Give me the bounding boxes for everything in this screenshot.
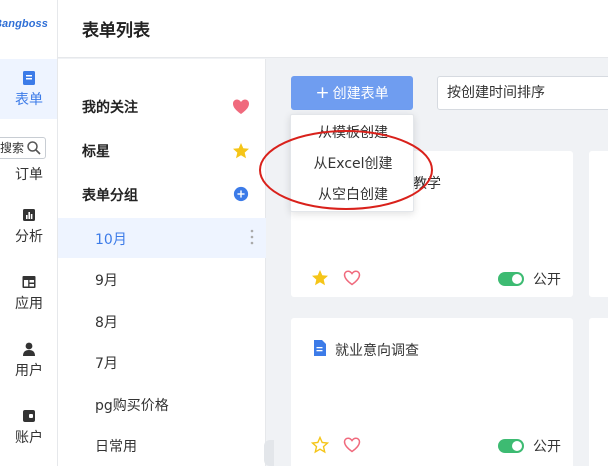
group-label: 10月 xyxy=(95,232,127,248)
card-title: 教学 xyxy=(413,176,441,192)
rail-search-input[interactable]: 搜索 xyxy=(0,137,46,159)
group-item-oct[interactable]: 10月 xyxy=(58,218,266,258)
group-item-sep[interactable]: 9月 xyxy=(58,259,266,299)
page-header: 表单列表 xyxy=(58,0,608,58)
menu-item-from-template[interactable]: 从模板创建 xyxy=(291,118,415,148)
rail-item-analysis[interactable]: 分析 xyxy=(0,196,57,256)
group-label: 7月 xyxy=(95,356,118,372)
search-icon[interactable] xyxy=(26,140,42,156)
group-item-jul[interactable]: 7月 xyxy=(58,342,266,382)
rail-label: 分析 xyxy=(15,229,43,245)
rail-item-orders[interactable]: 订单 xyxy=(0,164,57,184)
sort-select[interactable]: 按创建时间排序 xyxy=(437,76,608,110)
rail-search-text: 搜索 xyxy=(0,141,25,155)
create-form-label: 创建表单 xyxy=(332,86,389,102)
rail-item-apps[interactable]: 应用 xyxy=(0,263,57,323)
add-group-icon[interactable] xyxy=(233,186,249,202)
card-title: 就业意向调查 xyxy=(335,343,419,359)
logo: Bangboss xyxy=(0,18,48,30)
form-card-partial[interactable] xyxy=(589,151,608,297)
app-icon xyxy=(22,276,36,288)
rail-label: 账户 xyxy=(15,430,43,446)
user-icon xyxy=(23,342,35,356)
public-status: 公开 xyxy=(533,272,561,288)
group-item-daily[interactable]: 日常用 xyxy=(58,425,266,465)
star-outline-icon[interactable] xyxy=(311,436,329,454)
group-sidebar: 我的关注 标星 表单分组 10月 9月 8月 7月 pg购买价格 日常用 xyxy=(58,59,266,466)
rail-item-users[interactable]: 用户 xyxy=(0,330,57,390)
star-icon xyxy=(233,143,249,159)
sidebar-item-groups: 表单分组 xyxy=(58,175,266,215)
chart-icon xyxy=(23,209,35,221)
sidebar-item-follow[interactable]: 我的关注 xyxy=(58,87,266,127)
sidebar-item-starred[interactable]: 标星 xyxy=(58,131,266,171)
heart-outline-icon[interactable] xyxy=(343,436,361,454)
group-label: 8月 xyxy=(95,315,118,331)
left-rail: Bangboss 表单 搜索 订单 分析 应用 用户 账户 xyxy=(0,0,58,466)
group-item-pg[interactable]: pg购买价格 xyxy=(58,384,266,424)
heart-outline-icon[interactable] xyxy=(343,269,361,287)
create-menu: 从模板创建 从Excel创建 从空白创建 xyxy=(290,114,414,212)
group-label: pg购买价格 xyxy=(95,398,169,414)
form-icon xyxy=(23,71,35,85)
sidebar-item-label: 标星 xyxy=(82,144,110,160)
group-item-aug[interactable]: 8月 xyxy=(58,301,266,341)
public-status: 公开 xyxy=(533,439,561,455)
menu-item-from-blank[interactable]: 从空白创建 xyxy=(291,180,415,210)
wallet-icon xyxy=(23,410,35,422)
document-icon xyxy=(314,340,326,356)
rail-label: 用户 xyxy=(15,363,43,379)
group-label: 9月 xyxy=(95,273,118,289)
group-label: 日常用 xyxy=(95,439,137,455)
more-vertical-icon[interactable] xyxy=(250,228,254,246)
menu-item-from-excel[interactable]: 从Excel创建 xyxy=(291,149,415,179)
star-icon[interactable] xyxy=(311,269,329,287)
create-form-button[interactable]: + 创建表单 xyxy=(291,76,413,110)
form-card-partial[interactable] xyxy=(589,318,608,466)
public-toggle[interactable] xyxy=(498,272,524,286)
app-root: Bangboss 表单 搜索 订单 分析 应用 用户 账户 表单列表 xyxy=(0,0,608,466)
rail-label: 应用 xyxy=(15,296,43,312)
rail-item-account[interactable]: 账户 xyxy=(0,397,57,457)
plus-icon: + xyxy=(315,83,330,103)
sidebar-item-label: 表单分组 xyxy=(82,188,138,204)
rail-label: 表单 xyxy=(15,92,43,108)
sidebar-item-label: 我的关注 xyxy=(82,100,138,116)
page-title: 表单列表 xyxy=(82,21,150,41)
heart-icon xyxy=(233,99,249,114)
form-card[interactable]: 就业意向调查 公开 xyxy=(291,318,573,466)
public-toggle[interactable] xyxy=(498,439,524,453)
rail-item-forms[interactable]: 表单 xyxy=(0,59,57,119)
